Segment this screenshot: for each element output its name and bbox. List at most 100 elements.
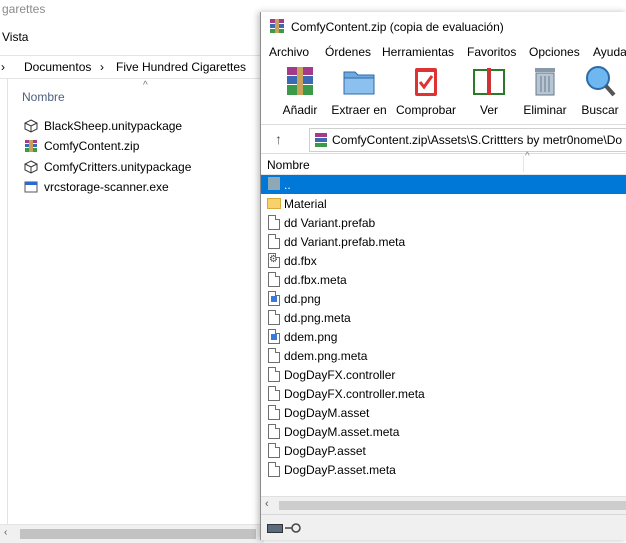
image-file-icon [268, 329, 280, 344]
unitypackage-icon [24, 119, 38, 133]
file-row[interactable]: dd Variant.prefab [261, 213, 626, 232]
scrollbar-thumb[interactable] [279, 501, 626, 510]
path-field[interactable]: ComfyContent.zip\Assets\S.Crittters by m… [309, 128, 626, 152]
horizontal-scrollbar[interactable]: ‹ [0, 524, 264, 543]
file-name: vrcstorage-scanner.exe [44, 180, 169, 194]
path-bar: ↑ ComfyContent.zip\Assets\S.Crittters by… [261, 125, 626, 154]
document-icon [268, 215, 280, 230]
file-name: dd Variant.prefab.meta [284, 235, 406, 249]
file-row[interactable]: dd.fbx [261, 251, 626, 270]
column-header-name[interactable]: Nombre [22, 90, 65, 104]
menu-archivo[interactable]: Archivo [269, 45, 309, 59]
test-button[interactable]: Comprobar [395, 64, 457, 120]
add-archive-icon [283, 64, 317, 98]
menu-ordenes[interactable]: Órdenes [325, 45, 371, 59]
file-name: dd.fbx [284, 254, 317, 268]
chevron-right-icon: › [100, 60, 104, 74]
file-name: Material [284, 197, 327, 211]
extract-to-label: Extraer en [331, 103, 387, 117]
menu-herramientas[interactable]: Herramientas [382, 45, 454, 59]
file-row[interactable]: DogDayFX.controller [261, 365, 626, 384]
scroll-left-icon[interactable]: ‹ [265, 498, 269, 510]
document-icon [268, 310, 280, 325]
menu-ayuda[interactable]: Ayuda [593, 45, 626, 59]
file-name: DogDayM.asset [284, 406, 370, 420]
delete-label: Eliminar [523, 103, 567, 117]
toolbar: Añadir Extraer en Comprobar Ver Eliminar [261, 60, 626, 125]
key-icon[interactable] [285, 522, 301, 533]
file-name: dd Variant.prefab [284, 216, 376, 230]
sort-arrow-icon: ^ [143, 80, 148, 91]
file-name: .. [284, 178, 291, 192]
scroll-left-icon[interactable]: ‹ [4, 527, 7, 538]
image-file-icon [268, 291, 280, 306]
menu-vista[interactable]: Vista [2, 30, 28, 44]
file-row[interactable]: ddem.png [261, 327, 626, 346]
file-list: Nombre ^ .. Material dd Variant.prefab dd V… [261, 151, 626, 496]
scrollbar-thumb[interactable] [20, 529, 256, 539]
delete-button[interactable]: Eliminar [521, 64, 569, 120]
magnifier-icon [583, 64, 617, 98]
file-name: DogDayM.asset.meta [284, 425, 400, 439]
sort-arrow-icon: ^ [525, 151, 530, 162]
folder-extract-icon [342, 64, 376, 98]
unitypackage-icon [24, 160, 38, 174]
file-item[interactable]: BlackSheep.unitypackage [24, 117, 182, 135]
file-item[interactable]: ComfyCritters.unitypackage [24, 158, 191, 176]
navigation-pane[interactable] [0, 78, 8, 526]
clipboard-check-icon [409, 64, 443, 98]
drive-icon[interactable] [267, 524, 283, 533]
file-row[interactable]: dd.fbx.meta [261, 270, 626, 289]
horizontal-scrollbar[interactable]: ‹ [261, 496, 626, 514]
file-row[interactable]: dd Variant.prefab.meta [261, 232, 626, 251]
find-button[interactable]: Buscar [579, 64, 621, 120]
add-button[interactable]: Añadir [275, 64, 325, 120]
view-button[interactable]: Ver [469, 64, 509, 120]
file-row[interactable]: DogDayP.asset [261, 441, 626, 460]
breadcrumb-documentos[interactable]: Documentos [24, 60, 91, 74]
file-name: BlackSheep.unitypackage [44, 119, 183, 133]
column-separator[interactable] [523, 156, 524, 172]
file-row[interactable]: ddem.png.meta [261, 346, 626, 365]
document-icon [268, 386, 280, 401]
file-row[interactable]: dd.png.meta [261, 308, 626, 327]
winrar-logo-icon [269, 18, 285, 34]
document-icon [268, 443, 280, 458]
archive-icon [315, 133, 327, 147]
menu-opciones[interactable]: Opciones [529, 45, 580, 59]
file-name: ddem.png [284, 330, 338, 344]
test-label: Comprobar [395, 103, 457, 117]
breadcrumb-five-hundred-cigarettes[interactable]: Five Hundred Cigarettes [116, 60, 246, 74]
trash-icon [528, 64, 562, 98]
document-icon [268, 348, 280, 363]
document-icon [268, 424, 280, 439]
winrar-archive-icon [24, 139, 38, 153]
file-row[interactable]: DogDayM.asset [261, 403, 626, 422]
book-icon [472, 64, 506, 98]
add-label: Añadir [282, 103, 318, 117]
column-header-name[interactable]: Nombre [267, 158, 310, 172]
folder-icon [267, 198, 281, 209]
address-bar[interactable]: › Documentos › Five Hundred Cigarettes [0, 55, 270, 79]
file-row[interactable]: DogDayM.asset.meta [261, 422, 626, 441]
file-item[interactable]: ComfyContent.zip [24, 137, 139, 155]
extract-to-button[interactable]: Extraer en [331, 64, 387, 120]
up-arrow-icon[interactable]: ↑ [275, 131, 282, 147]
file-name: DogDayP.asset.meta [284, 463, 396, 477]
document-icon [268, 367, 280, 382]
title-bar[interactable]: ComfyContent.zip (copia de evaluación) [261, 12, 626, 40]
view-label: Ver [479, 103, 498, 117]
window-title: ComfyContent.zip (copia de evaluación) [291, 20, 504, 34]
file-row[interactable]: DogDayFX.controller.meta [261, 384, 626, 403]
file-row[interactable]: DogDayP.asset.meta [261, 460, 626, 479]
menu-favoritos[interactable]: Favoritos [467, 45, 516, 59]
file-row[interactable]: Material [261, 194, 626, 213]
parent-folder-row[interactable]: .. [261, 175, 626, 194]
model-file-icon [268, 253, 280, 268]
file-name: ddem.png.meta [284, 349, 368, 363]
file-name: dd.fbx.meta [284, 273, 347, 287]
status-bar [261, 514, 626, 540]
file-row[interactable]: dd.png [261, 289, 626, 308]
file-item[interactable]: vrcstorage-scanner.exe [24, 178, 169, 196]
file-name: DogDayP.asset [284, 444, 366, 458]
